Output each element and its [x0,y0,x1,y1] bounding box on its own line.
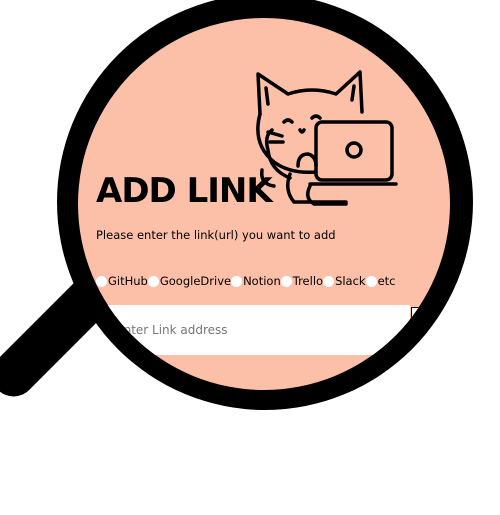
radio-label: Trello [292,274,324,288]
radio-button[interactable] [365,275,377,287]
radio-option-googledrive[interactable]: GoogleDrive [147,274,232,288]
radio-label: Notion [243,274,281,288]
radio-option-github[interactable]: GitHub [96,274,148,288]
radio-option-slack[interactable]: Slack [323,274,366,288]
radio-button[interactable] [147,275,159,287]
magnifying-glass-icon: ADD LINK Please enter the link(url) you … [0,0,500,515]
radio-button[interactable] [231,275,243,287]
cat-with-laptop-icon [256,70,398,206]
link-type-radio-group: GitHub GoogleDrive Notion Trello Slack e… [96,274,396,288]
link-address-input[interactable] [96,305,410,355]
add-button[interactable]: ADD [411,307,446,325]
radio-button[interactable] [96,275,107,287]
radio-button[interactable] [323,275,335,287]
radio-label: GitHub [108,274,148,288]
radio-option-notion[interactable]: Notion [231,274,281,288]
page-title: ADD LINK [96,171,273,211]
link-input-container [96,305,410,355]
radio-label: Slack [335,274,366,288]
radio-option-trello[interactable]: Trello [280,274,324,288]
radio-option-etc[interactable]: etc [365,274,396,288]
magnifier-lens: ADD LINK Please enter the link(url) you … [78,18,450,390]
radio-label: GoogleDrive [159,274,232,288]
instruction-text: Please enter the link(url) you want to a… [96,228,336,242]
radio-button[interactable] [280,275,292,287]
radio-label: etc [377,274,396,288]
